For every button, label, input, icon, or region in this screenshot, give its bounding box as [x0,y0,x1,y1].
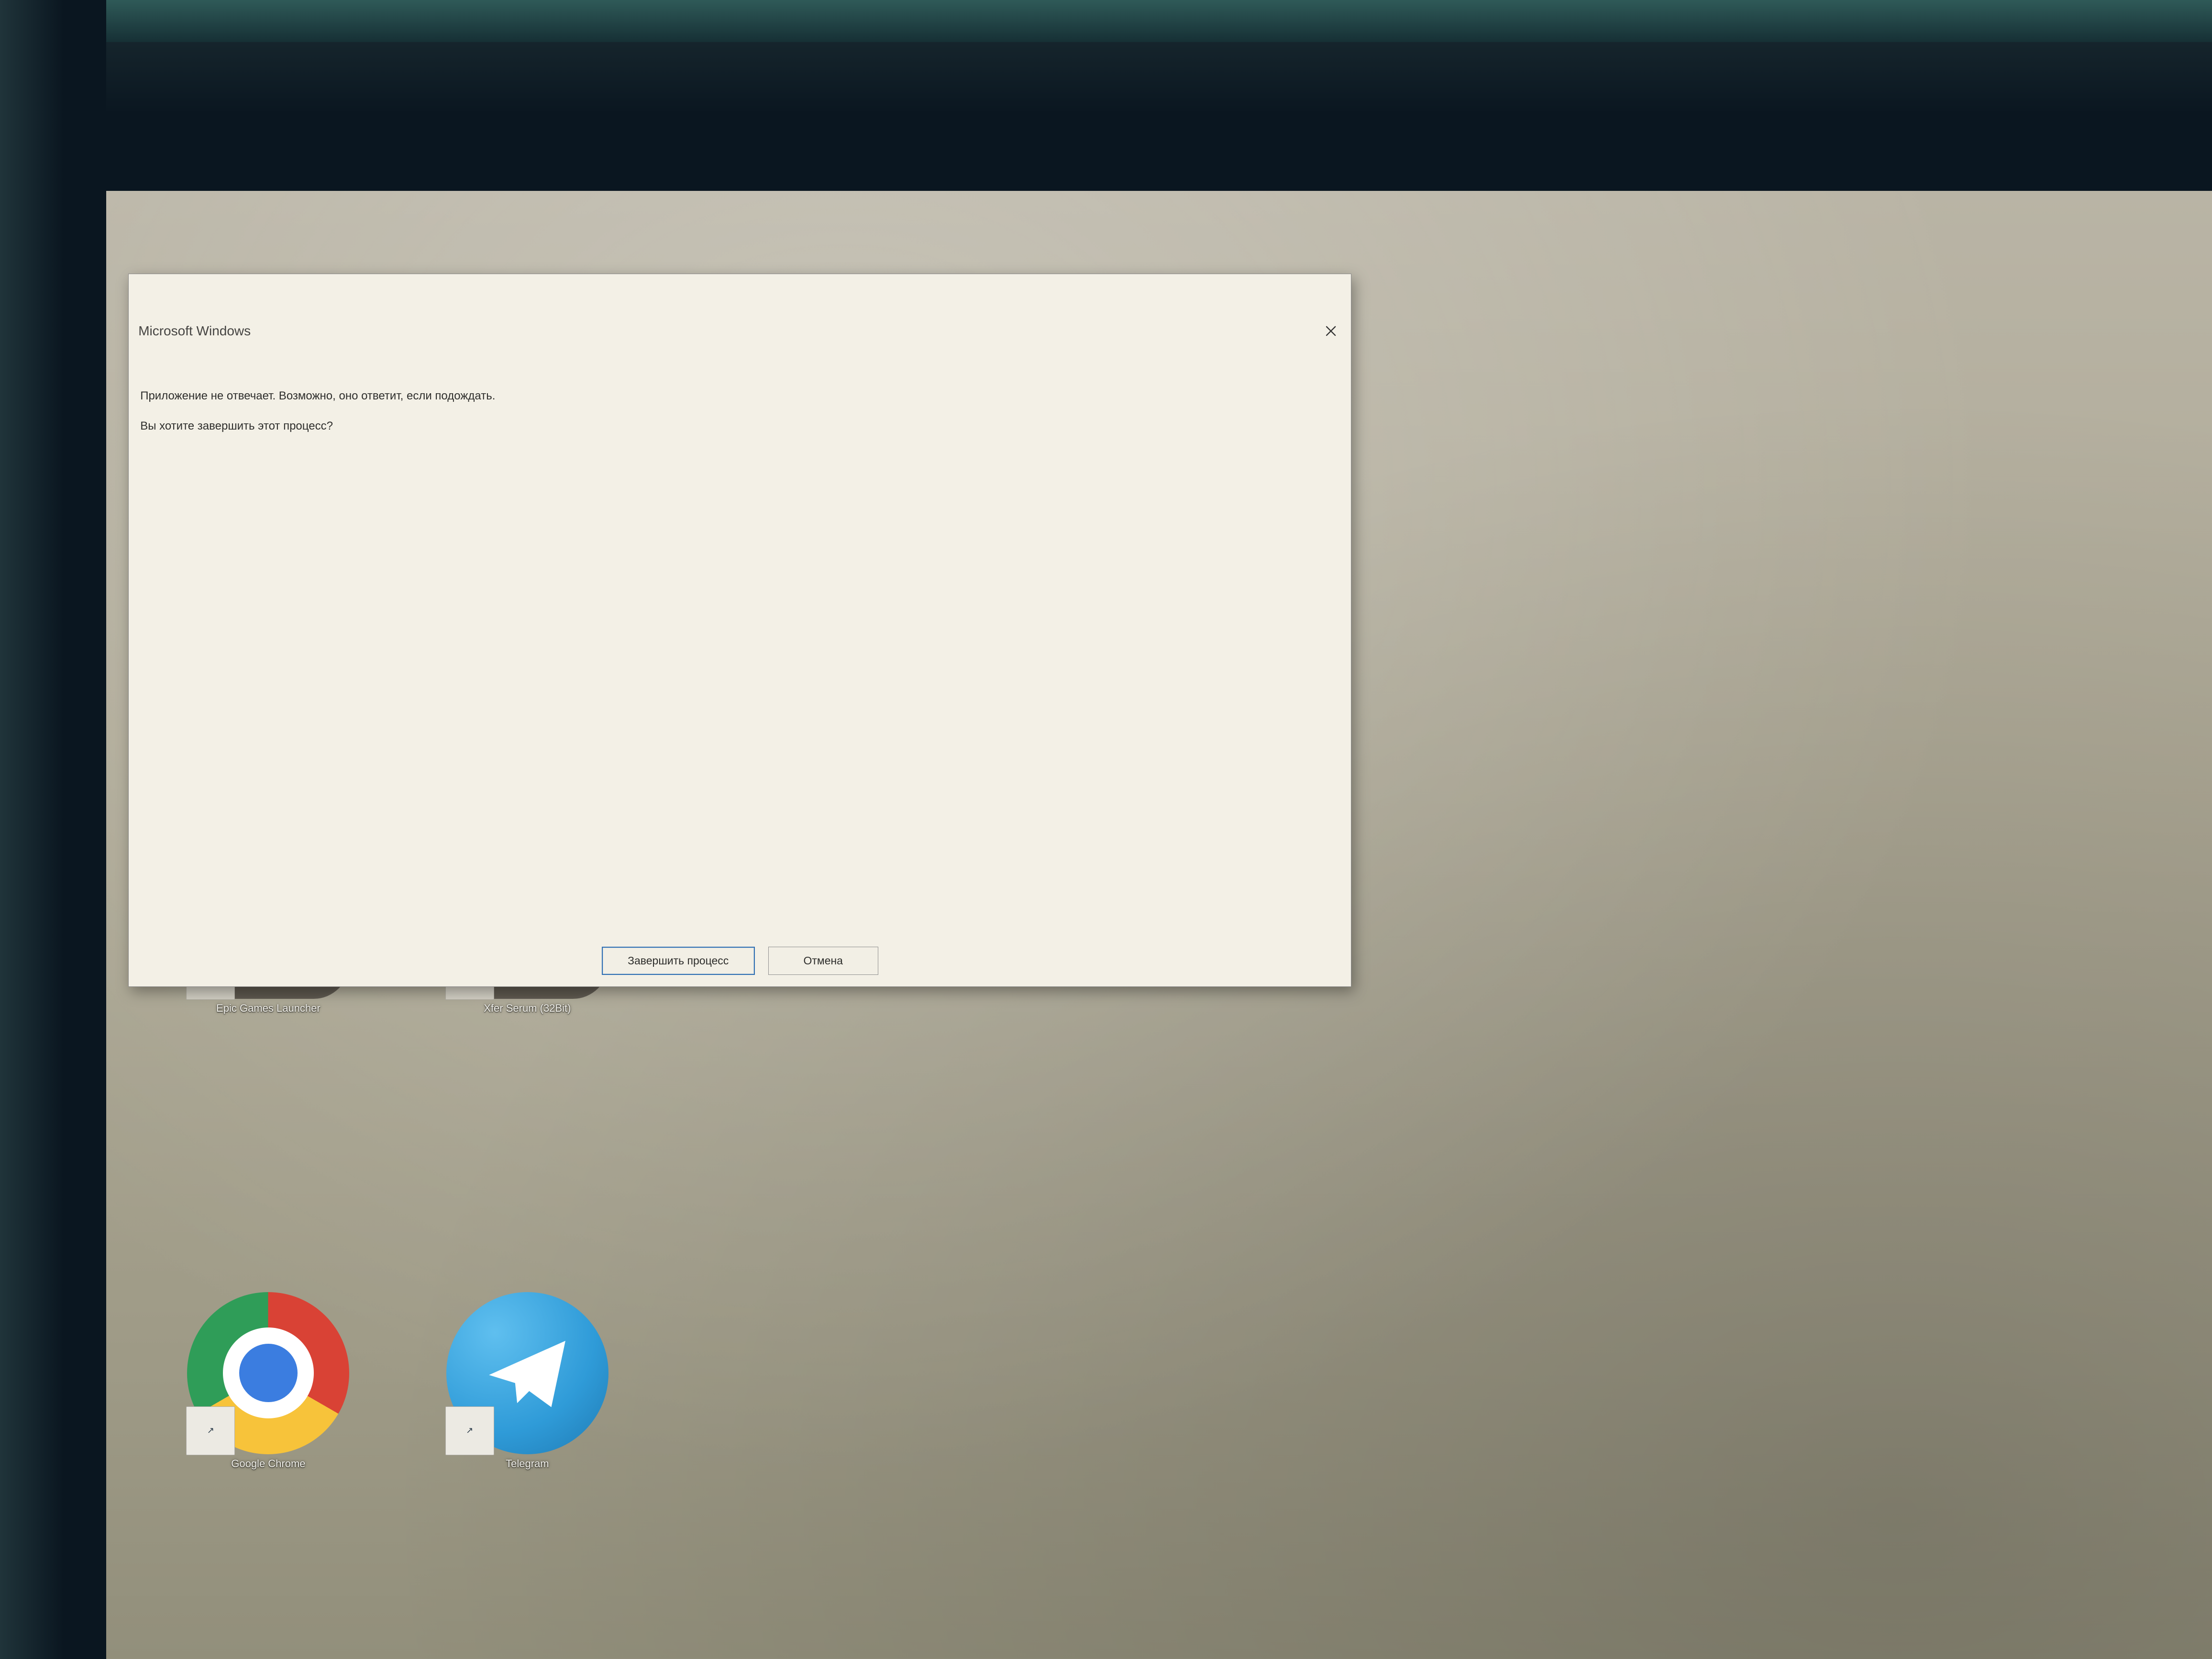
app-not-responding-dialog: Microsoft Windows Приложение не отвечает… [128,274,1351,987]
shortcut-label: Xfer Serum (32Bit) [484,1002,571,1015]
dialog-title: Microsoft Windows [138,323,251,339]
desktop-shortcut-google-chrome[interactable]: ↗ Google Chrome [153,1292,384,1470]
dialog-actions: Завершить процесс Отмена [129,941,1351,986]
chrome-icon: ↗ [187,1292,349,1454]
dialog-body: Приложение не отвечает. Возможно, оно от… [129,388,1351,941]
shortcut-label: Epic Games Launcher [216,1002,321,1015]
shortcut-arrow-icon: ↗ [186,1406,235,1455]
cancel-button[interactable]: Отмена [768,947,878,975]
shortcut-label: Telegram [506,1457,549,1471]
shortcut-label: Google Chrome [231,1457,305,1471]
end-process-button[interactable]: Завершить процесс [602,947,755,975]
laptop-bezel-left [0,0,106,1659]
laptop-bezel-top [0,0,2212,191]
close-button[interactable] [1317,320,1344,343]
telegram-icon: ↗ [446,1292,608,1454]
desktop-shortcut-telegram[interactable]: ↗ Telegram [411,1292,643,1470]
dialog-titlebar[interactable]: Microsoft Windows [129,274,1351,388]
dialog-message-question: Вы хотите завершить этот процесс? [140,418,1339,435]
dialog-message-primary: Приложение не отвечает. Возможно, оно от… [140,388,1339,405]
shortcut-arrow-icon: ↗ [445,1406,494,1455]
close-icon [1324,325,1338,337]
